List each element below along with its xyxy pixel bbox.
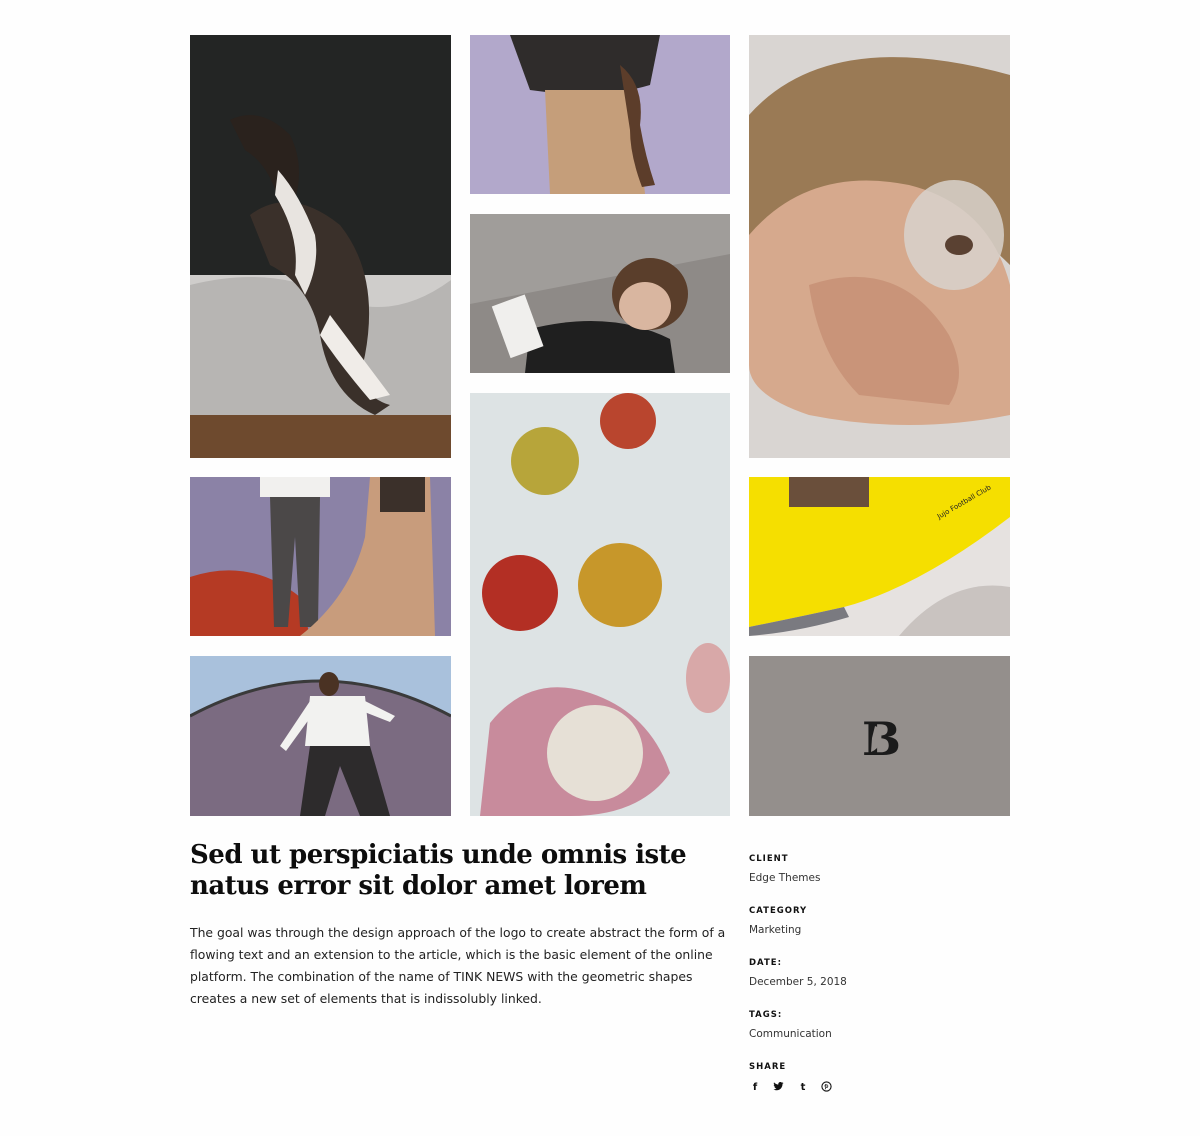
category-label: CATEGORY	[749, 906, 808, 916]
brand-logo-letter: B	[862, 712, 901, 766]
gallery-image-dog[interactable]	[190, 35, 451, 458]
share-icons: f t	[749, 1081, 999, 1095]
meta-date: DATE: December 5, 2018	[749, 957, 999, 989]
gallery-logo-tile[interactable]: B	[749, 656, 1010, 816]
gallery-image-legs[interactable]	[190, 477, 451, 636]
project-description: The goal was through the design approach…	[190, 925, 726, 1006]
pinterest-icon[interactable]	[821, 1081, 833, 1095]
meta-share: SHARE f t	[749, 1061, 999, 1095]
tags-label: TAGS:	[749, 1010, 783, 1020]
project-title: Sed ut perspiciatis unde omnis iste natu…	[190, 840, 687, 901]
client-value: Edge Themes	[749, 872, 821, 884]
tumblr-icon[interactable]: t	[797, 1081, 809, 1095]
date-value: December 5, 2018	[749, 976, 847, 988]
gallery-image-lychee[interactable]	[470, 393, 730, 816]
twitter-icon[interactable]	[773, 1081, 785, 1095]
facebook-icon[interactable]: f	[749, 1081, 761, 1095]
gallery-image-eye[interactable]	[749, 35, 1010, 458]
client-label: CLIENT	[749, 854, 789, 864]
meta-client: CLIENT Edge Themes	[749, 853, 999, 885]
tags-value[interactable]: Communication	[749, 1027, 999, 1041]
gallery-image-boy[interactable]	[470, 214, 730, 373]
share-label: SHARE	[749, 1062, 787, 1072]
meta-category: CATEGORY Marketing	[749, 905, 999, 937]
meta-tags: TAGS: Communication	[749, 1009, 999, 1041]
gallery-image-man[interactable]	[190, 656, 451, 816]
category-value[interactable]: Marketing	[749, 923, 999, 937]
date-label: DATE:	[749, 958, 782, 968]
gallery-image-magazine[interactable]: Jujo Football Club	[749, 477, 1010, 636]
gallery-image-shirt[interactable]	[470, 35, 730, 194]
